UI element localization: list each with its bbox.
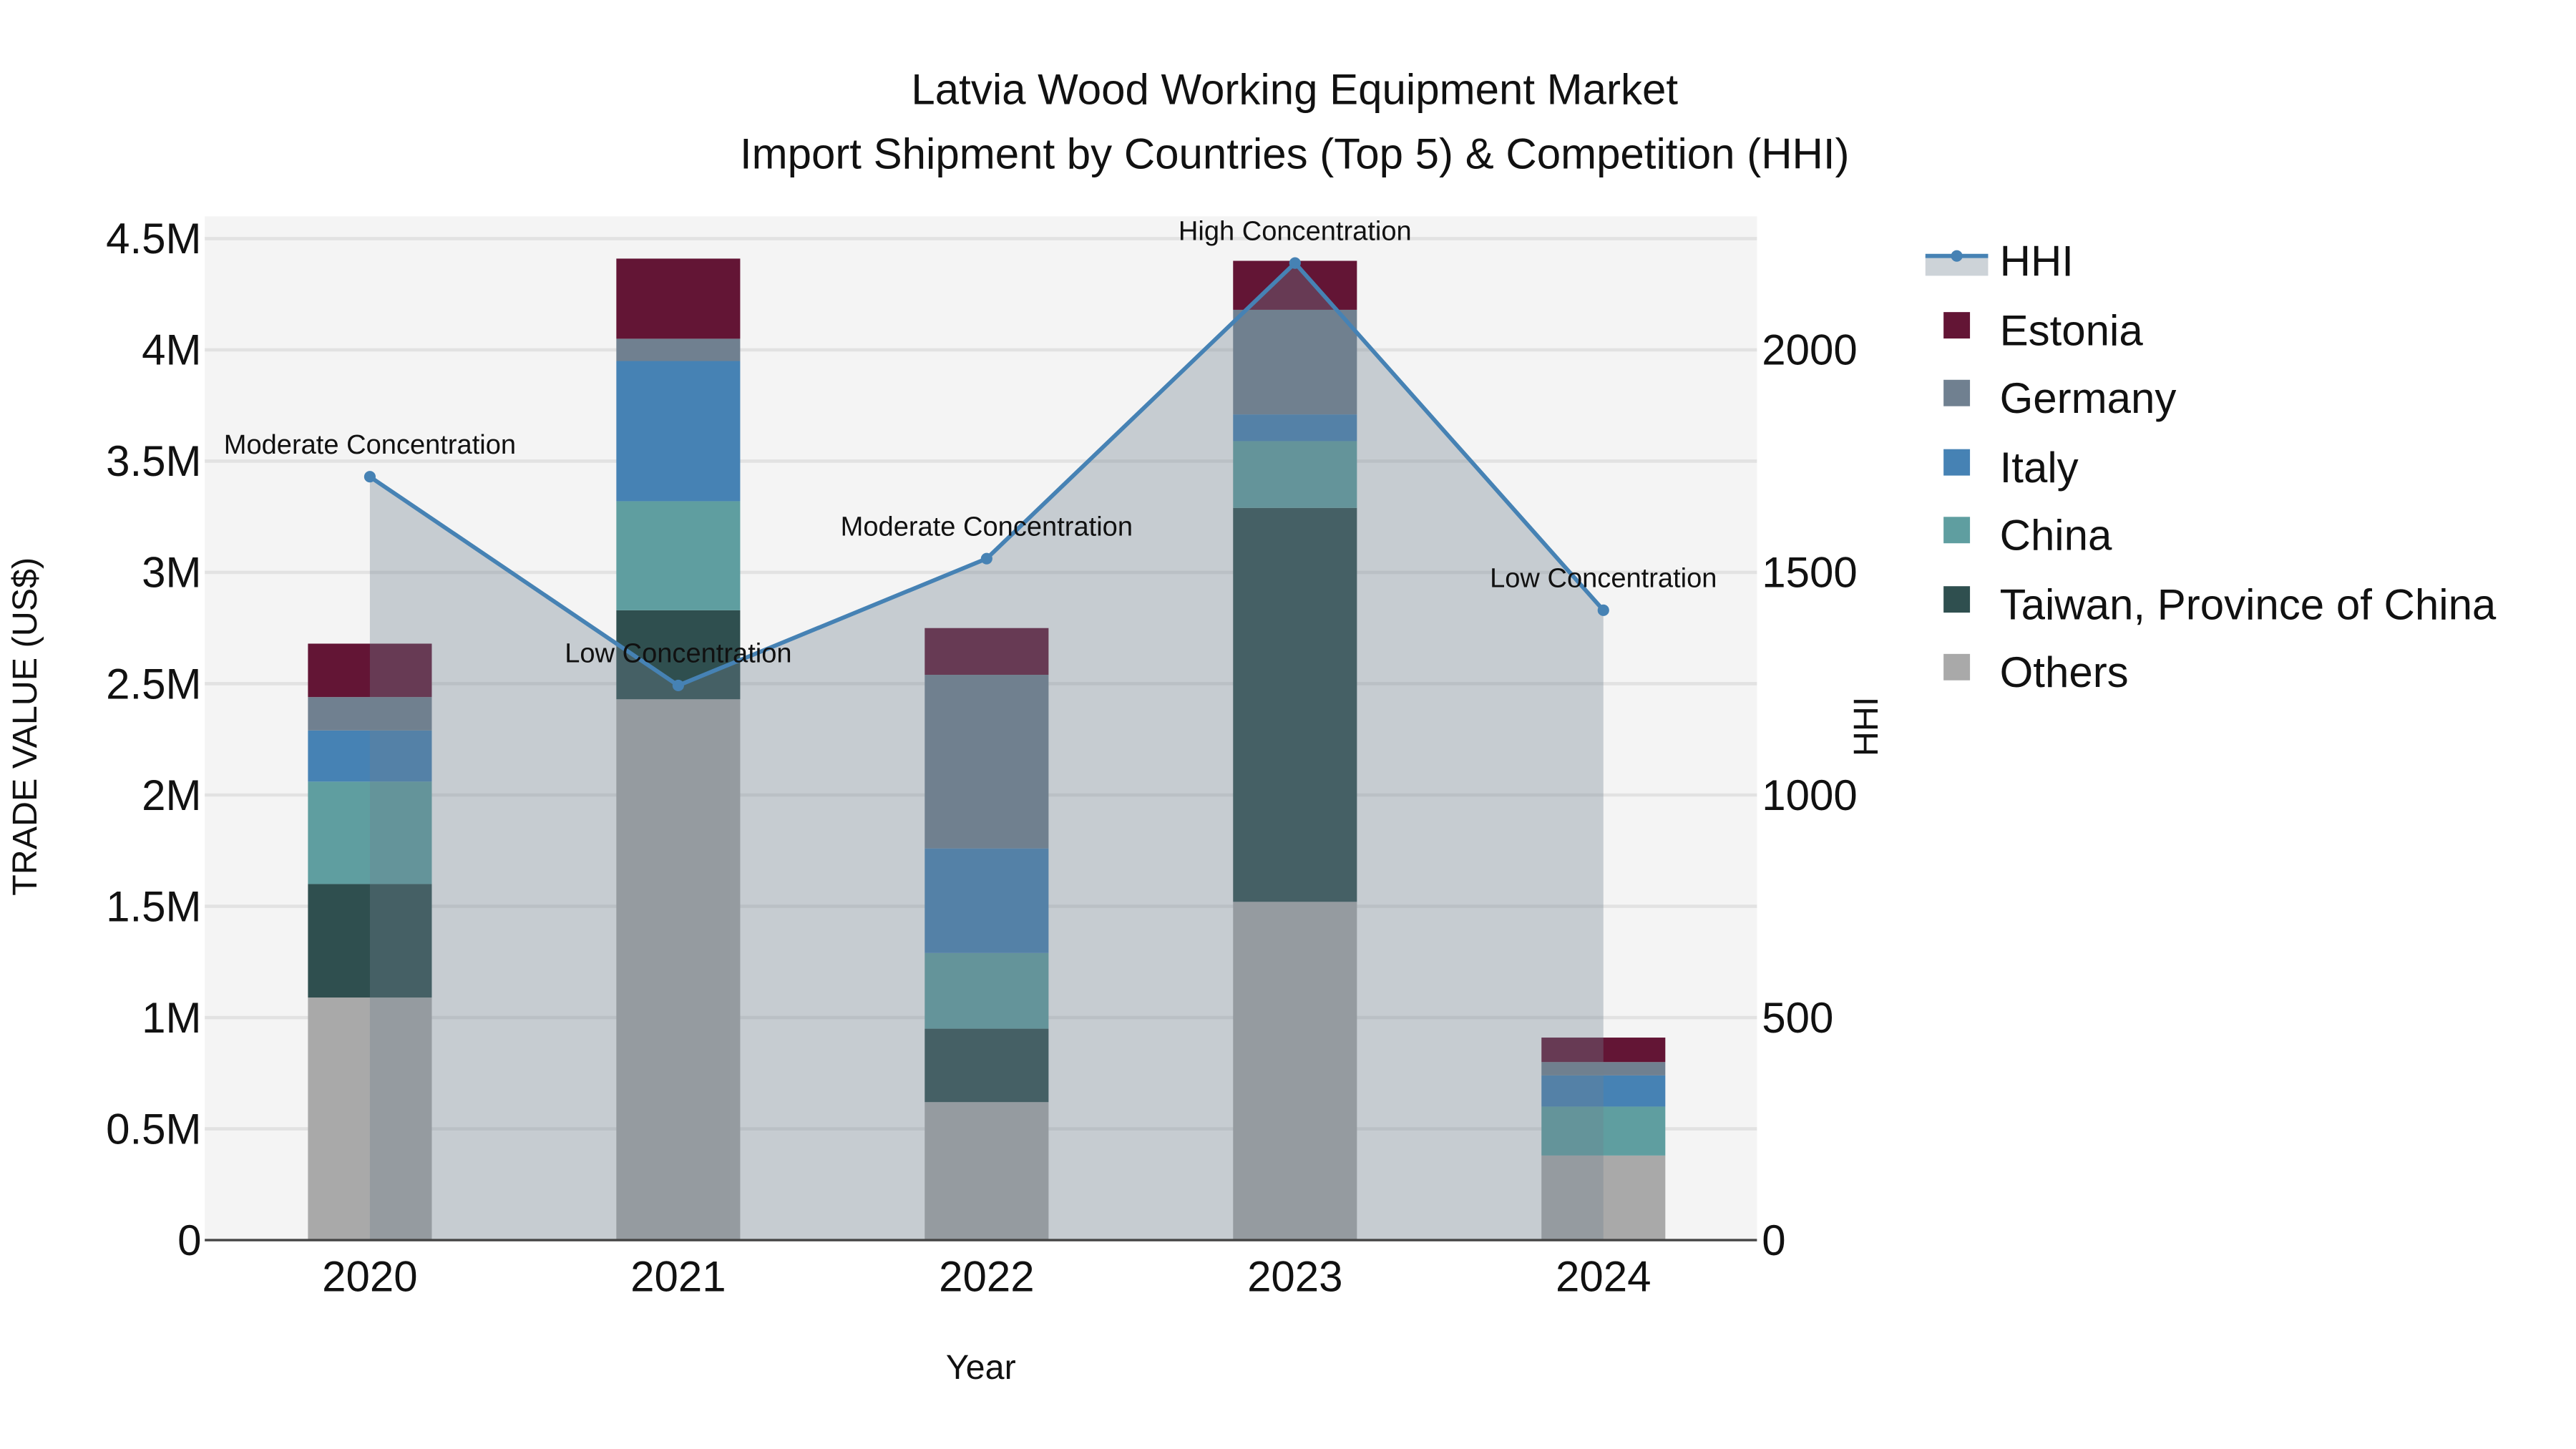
y-tick-label: 3.5M	[106, 437, 201, 485]
legend-label: Italy	[2000, 444, 2079, 492]
y2-tick-label: 1000	[1762, 771, 1857, 819]
bar-germany-2021	[616, 338, 741, 361]
hhi-point-2023	[1289, 257, 1301, 269]
hhi-annotation: Moderate Concentration	[224, 430, 516, 460]
hhi-annotation: Low Concentration	[1490, 564, 1717, 594]
y-tick-label: 4M	[142, 326, 201, 374]
bar-italy-2021	[616, 361, 741, 502]
chart-title: Latvia Wood Working Equipment Market	[911, 65, 1678, 113]
y-tick-label: 2.5M	[106, 660, 201, 708]
y-tick-label: 4.5M	[106, 215, 201, 263]
legend-label: Taiwan, Province of China	[2000, 580, 2497, 628]
legend-swatch	[1943, 586, 1971, 613]
x-tick-label: 2023	[1247, 1253, 1342, 1301]
y-tick-label: 1M	[142, 994, 201, 1042]
chart: Latvia Wood Working Equipment Market Imp…	[6, 65, 2497, 1387]
y2-tick-label: 500	[1762, 994, 1833, 1042]
bar-estonia-2021	[616, 258, 741, 339]
hhi-annotation: Low Concentration	[565, 639, 791, 669]
chart-subtitle: Import Shipment by Countries (Top 5) & C…	[740, 130, 1850, 177]
x-tick-label: 2020	[322, 1253, 417, 1301]
y-tick-label: 3M	[142, 549, 201, 597]
legend-swatch	[1943, 517, 1971, 544]
legend-swatch	[1943, 379, 1971, 406]
x-tick-label: 2022	[939, 1253, 1034, 1301]
hhi-point-2024	[1597, 604, 1609, 616]
y-axis-title: TRADE VALUE (US$)	[6, 557, 44, 896]
legend-label: HHI	[2000, 237, 2074, 285]
hhi-point-2020	[364, 471, 376, 483]
legend-label: Germany	[2000, 374, 2177, 422]
legend-label: Estonia	[2000, 306, 2144, 354]
x-tick-label: 2021	[630, 1253, 726, 1301]
y2-tick-label: 2000	[1762, 326, 1857, 374]
y-tick-label: 1.5M	[106, 882, 201, 930]
y2-tick-label: 1500	[1762, 549, 1857, 597]
hhi-point-2022	[980, 552, 992, 565]
legend-label: Others	[2000, 648, 2129, 696]
legend-swatch	[1943, 449, 1971, 476]
legend-hhi-marker	[1951, 250, 1963, 262]
hhi-annotation: Moderate Concentration	[841, 512, 1133, 542]
y-tick-label: 0.5M	[106, 1105, 201, 1153]
legend-label: China	[2000, 511, 2112, 559]
y2-tick-label: 0	[1762, 1216, 1785, 1264]
legend-swatch	[1943, 312, 1971, 339]
y-tick-label: 0	[177, 1216, 201, 1264]
hhi-point-2021	[672, 679, 684, 692]
legend-swatch	[1943, 653, 1971, 680]
y-tick-label: 2M	[142, 771, 201, 819]
x-axis-title: Year	[946, 1348, 1016, 1387]
x-tick-label: 2024	[1556, 1253, 1651, 1301]
y2-axis-title: HHI	[1847, 697, 1885, 756]
hhi-annotation: High Concentration	[1179, 216, 1412, 246]
bar-china-2021	[616, 501, 741, 610]
